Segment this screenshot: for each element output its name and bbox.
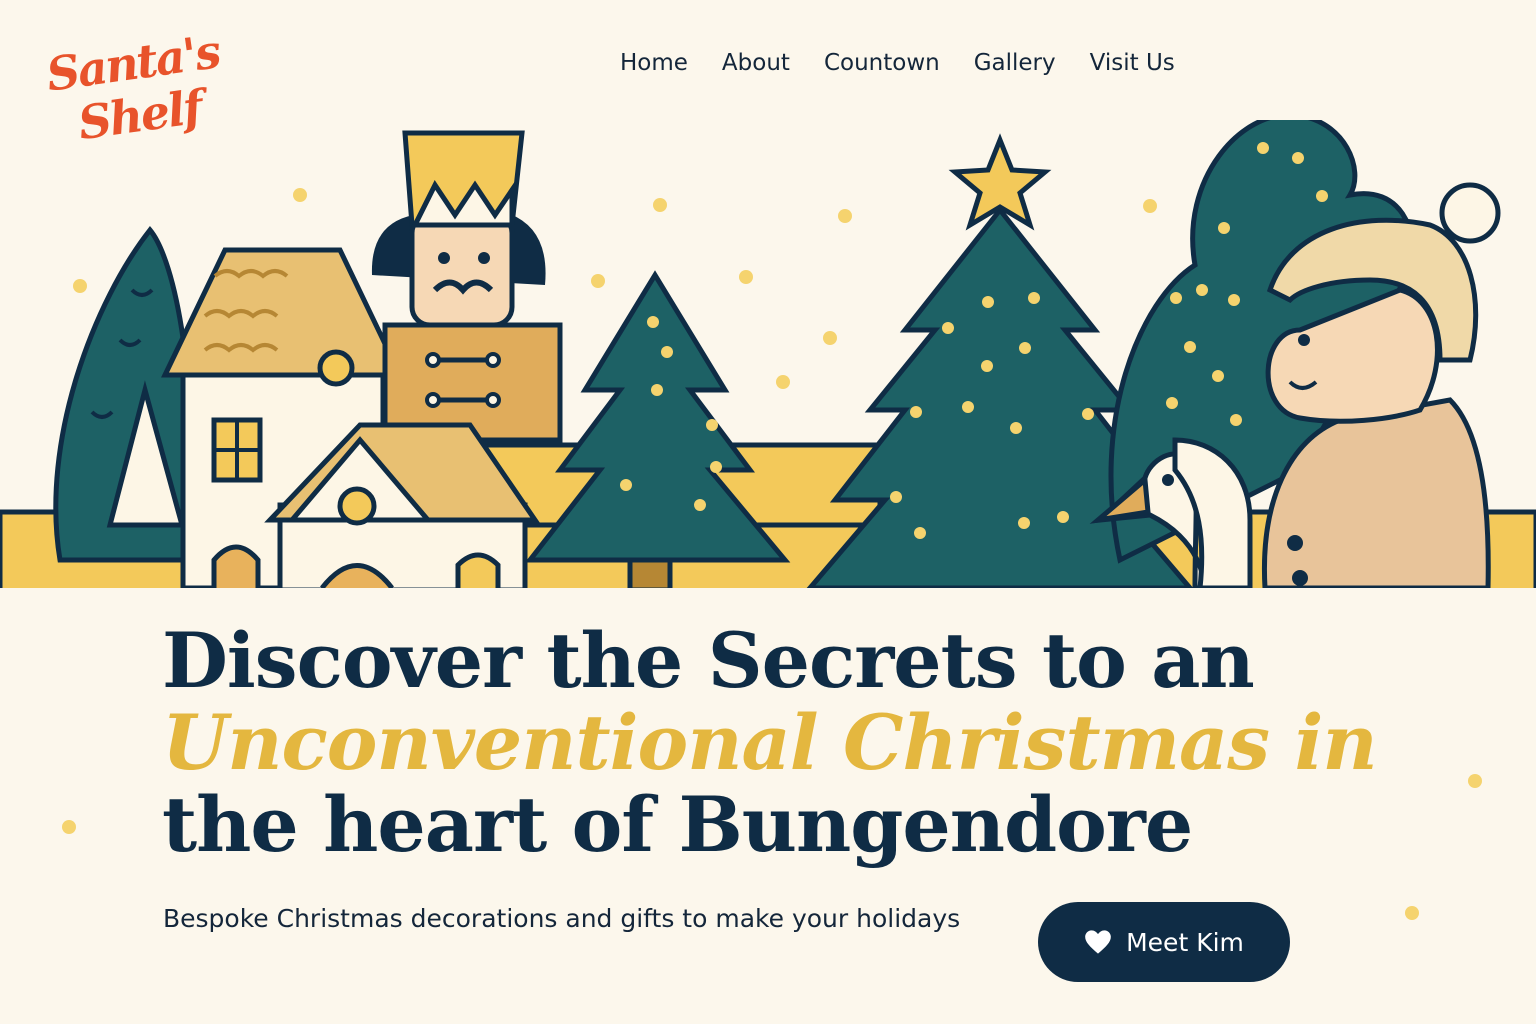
- hero-headline-line1: Discover the Secrets to an: [162, 616, 1255, 705]
- snow-dot: [1405, 906, 1419, 920]
- nav-item-visit-us[interactable]: Visit Us: [1090, 50, 1175, 76]
- meet-kim-label: Meet Kim: [1126, 927, 1244, 957]
- person-in-beanie: [1261, 182, 1501, 588]
- heart-icon: [1085, 930, 1111, 954]
- nutcracker: [371, 130, 563, 443]
- nav-item-gallery[interactable]: Gallery: [974, 50, 1056, 76]
- nav-item-countdown[interactable]: Countown: [824, 50, 940, 76]
- hero-subtitle: Bespoke Christmas decorations and gifts …: [163, 904, 961, 933]
- middle-tree: [524, 270, 791, 588]
- left-teal-tree: [53, 226, 195, 563]
- snow-dot: [62, 820, 76, 834]
- hero-headline-line3: the heart of Bungendore: [162, 780, 1193, 869]
- nav-item-home[interactable]: Home: [620, 50, 688, 76]
- main-nav: Home About Countown Gallery Visit Us: [620, 50, 1175, 76]
- nav-item-about[interactable]: About: [722, 50, 790, 76]
- snow-dot: [1468, 774, 1482, 788]
- hero-headline: Discover the Secrets to an Unconventiona…: [162, 620, 1462, 866]
- hero-illustration: [0, 120, 1536, 588]
- meet-kim-button[interactable]: Meet Kim: [1038, 902, 1290, 982]
- hero-headline-line2: Unconventional Christmas in: [162, 698, 1378, 787]
